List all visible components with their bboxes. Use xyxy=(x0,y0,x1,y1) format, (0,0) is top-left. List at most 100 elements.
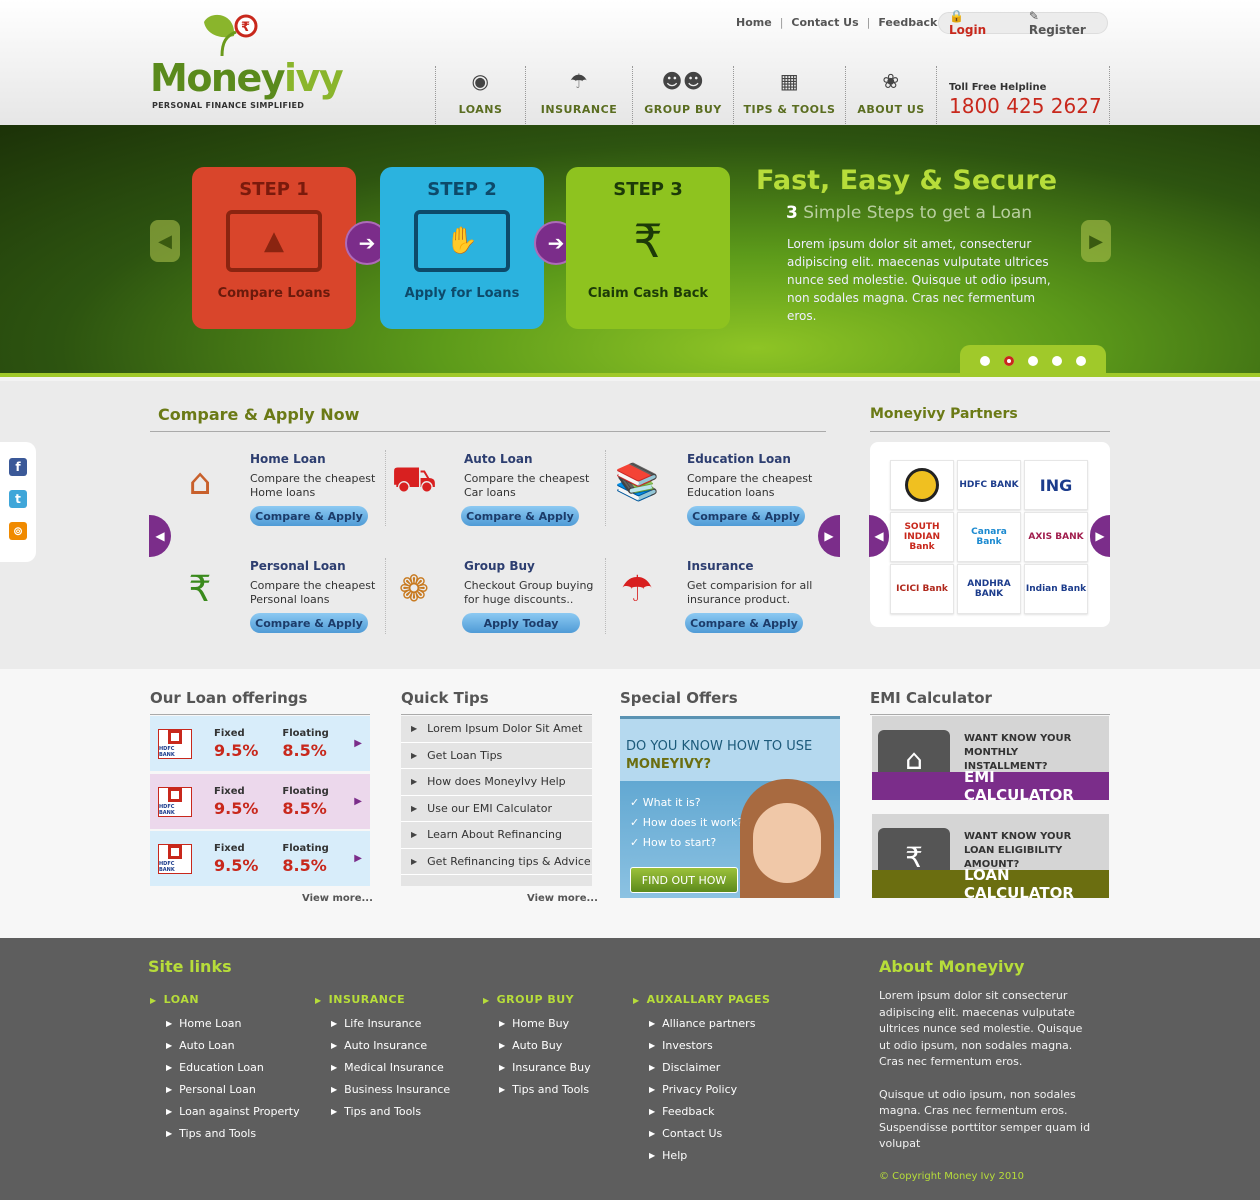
footer-col-heading[interactable]: ▶ GROUP BUY xyxy=(483,993,623,1009)
footer-link[interactable]: ▶ Business Insurance xyxy=(315,1078,475,1100)
nav-tips-tools[interactable]: ▦ TIPS & TOOLS xyxy=(733,66,845,124)
footer-link[interactable]: ▶ Home Buy xyxy=(483,1012,623,1034)
logo[interactable]: Moneyivy xyxy=(150,56,344,100)
footer-col-heading[interactable]: ▶ LOAN xyxy=(150,993,310,1009)
footer-link[interactable]: ▶ Home Loan xyxy=(150,1012,310,1034)
compare-apply-button[interactable]: Compare & Apply xyxy=(250,613,368,633)
top-link-feedback[interactable]: Feedback xyxy=(878,16,937,29)
nav-insurance[interactable]: ☂ INSURANCE xyxy=(525,66,632,124)
special-offer-banner[interactable]: DO YOU KNOW HOW TO USE MONEYIVY? ✓ What … xyxy=(620,716,840,898)
loan-title[interactable]: Group Buy xyxy=(464,559,535,573)
partner-logo[interactable]: ANDHRA BANK xyxy=(957,564,1021,614)
arrow-right-icon: ▶ xyxy=(411,750,418,760)
compare-apply-button[interactable]: Compare & Apply xyxy=(687,506,805,526)
link-label: Auto Buy xyxy=(512,1038,563,1052)
nav-label: ABOUT US xyxy=(857,103,925,116)
loan-title[interactable]: Personal Loan xyxy=(250,559,346,573)
banner-prev-button[interactable]: ◀ xyxy=(150,220,180,262)
tip-item[interactable]: ▶ Get Loan Tips xyxy=(401,743,592,769)
top-link-contact[interactable]: Contact Us xyxy=(791,16,858,29)
arrow-right-icon: ▶ xyxy=(1089,230,1103,252)
footer-link[interactable]: ▶ Alliance partners xyxy=(633,1012,813,1034)
loan-title[interactable]: Auto Loan xyxy=(464,452,533,466)
footer-link[interactable]: ▶ Auto Buy xyxy=(483,1034,623,1056)
register-link[interactable]: ✎ Register xyxy=(1029,9,1097,37)
footer-link[interactable]: ▶ Tips and Tools xyxy=(150,1122,310,1144)
step-card-1[interactable]: STEP 1 ▲ Compare Loans xyxy=(192,167,356,329)
footer-link[interactable]: ▶ Insurance Buy xyxy=(483,1056,623,1078)
loan-title[interactable]: Home Loan xyxy=(250,452,326,466)
footer-link[interactable]: ▶ Loan against Property xyxy=(150,1100,310,1122)
tip-item[interactable]: ▶ Get Refinancing tips & Advice xyxy=(401,849,592,875)
footer-link[interactable]: ▶ Life Insurance xyxy=(315,1012,475,1034)
partner-logo[interactable]: Canara Bank xyxy=(957,512,1021,562)
footer-link[interactable]: ▶ Medical Insurance xyxy=(315,1056,475,1078)
tip-item[interactable]: ▶ Lorem Ipsum Dolor Sit Amet xyxy=(401,716,592,743)
partner-logo[interactable] xyxy=(890,460,954,510)
login-link[interactable]: 🔒 Login xyxy=(949,9,1003,37)
banner-next-button[interactable]: ▶ xyxy=(1081,220,1111,262)
view-more-link[interactable]: View more... xyxy=(527,893,598,904)
footer-link[interactable]: ▶ Education Loan xyxy=(150,1056,310,1078)
slide-dot[interactable] xyxy=(1052,356,1062,366)
loan-offer-row[interactable]: HDFC BANK Fixed 9.5% Floating 8.5% ▶ xyxy=(150,774,370,829)
tip-item[interactable]: ▶ Use our EMI Calculator xyxy=(401,796,592,822)
partner-logo[interactable]: Indian Bank xyxy=(1024,564,1088,614)
footer-col-heading[interactable]: ▶ INSURANCE xyxy=(315,993,475,1009)
rss-icon[interactable]: ⊚ xyxy=(9,522,27,540)
facebook-icon[interactable]: f xyxy=(9,458,27,476)
slide-dot[interactable] xyxy=(1076,356,1086,366)
compare-apply-button[interactable]: Compare & Apply xyxy=(461,506,579,526)
step-card-3[interactable]: STEP 3 ₹ Claim Cash Back xyxy=(566,167,730,329)
footer-link[interactable]: ▶ Tips and Tools xyxy=(483,1078,623,1100)
bank-logo-icon xyxy=(168,729,182,744)
link-label: Disclaimer xyxy=(662,1060,721,1074)
loan-title[interactable]: Education Loan xyxy=(687,452,791,466)
loan-offer-row[interactable]: HDFC BANK Fixed 9.5% Floating 8.5% ▶ xyxy=(150,716,370,771)
footer-link[interactable]: ▶ Tips and Tools xyxy=(315,1100,475,1122)
footer-link[interactable]: ▶ Privacy Policy xyxy=(633,1078,813,1100)
step-card-2[interactable]: STEP 2 ✋ Apply for Loans xyxy=(380,167,544,329)
tip-label: How does MoneyIvy Help xyxy=(427,775,566,789)
apply-today-button[interactable]: Apply Today xyxy=(462,613,580,633)
offer-line-2: MONEYIVY? xyxy=(626,757,712,772)
footer-link[interactable]: ▶ Disclaimer xyxy=(633,1056,813,1078)
footer-link[interactable]: ▶ Auto Loan xyxy=(150,1034,310,1056)
compare-apply-button[interactable]: Compare & Apply xyxy=(250,506,368,526)
about-paragraph: Quisque ut odio ipsum, non sodales magna… xyxy=(879,1087,1091,1151)
compare-apply-button[interactable]: Compare & Apply xyxy=(685,613,803,633)
tip-item[interactable]: ▶ How does MoneyIvy Help xyxy=(401,769,592,796)
tip-item[interactable]: ▶ Learn About Refinancing xyxy=(401,822,592,849)
arrow-right-icon: ▶ xyxy=(649,1150,656,1160)
footer-link[interactable]: ▶ Contact Us xyxy=(633,1122,813,1144)
slide-dot[interactable] xyxy=(1028,356,1038,366)
top-link-home[interactable]: Home xyxy=(736,16,772,29)
footer-link[interactable]: ▶ Investors xyxy=(633,1034,813,1056)
emi-calculator-banner[interactable]: ⌂ WANT KNOW YOUR MONTHLY INSTALLMENT? EM… xyxy=(872,716,1109,800)
footer-link[interactable]: ▶ Personal Loan xyxy=(150,1078,310,1100)
partner-logo[interactable]: SOUTH INDIAN Bank xyxy=(890,512,954,562)
partner-logo[interactable]: AXIS BANK xyxy=(1024,512,1088,562)
partner-logo[interactable]: ING xyxy=(1024,460,1088,510)
nav-loans[interactable]: ◉ LOANS xyxy=(435,66,525,124)
loan-calculator-banner[interactable]: ₹ WANT KNOW YOUR LOAN ELIGIBILITY AMOUNT… xyxy=(872,814,1109,898)
nav-about-us[interactable]: ❀ ABOUT US xyxy=(845,66,936,124)
check-icon: ✓ xyxy=(630,816,640,829)
find-out-how-button[interactable]: FIND OUT HOW xyxy=(630,867,738,893)
footer-link[interactable]: ▶ Auto Insurance xyxy=(315,1034,475,1056)
twitter-icon[interactable]: t xyxy=(9,490,27,508)
slide-dot[interactable] xyxy=(980,356,990,366)
partner-logo[interactable]: HDFC BANK xyxy=(957,460,1021,510)
footer-link[interactable]: ▶ Help xyxy=(633,1144,813,1166)
loan-title[interactable]: Insurance xyxy=(687,559,754,573)
view-more-link[interactable]: View more... xyxy=(302,893,373,904)
nav-group-buy[interactable]: ☻☻ GROUP BUY xyxy=(632,66,733,124)
link-label: Loan against Property xyxy=(179,1104,300,1118)
about-text: Lorem ipsum dolor sit consecterur adipis… xyxy=(879,988,1094,1153)
bank-name: HDFC BANK xyxy=(159,745,175,758)
slide-dot-active[interactable] xyxy=(1004,356,1014,366)
partner-logo[interactable]: ICICI Bank xyxy=(890,564,954,614)
footer-link[interactable]: ▶ Feedback xyxy=(633,1100,813,1122)
loan-offer-row[interactable]: HDFC BANK Fixed 9.5% Floating 8.5% ▶ xyxy=(150,831,370,886)
footer-col-heading[interactable]: ▶ AUXALLARY PAGES xyxy=(633,993,813,1009)
